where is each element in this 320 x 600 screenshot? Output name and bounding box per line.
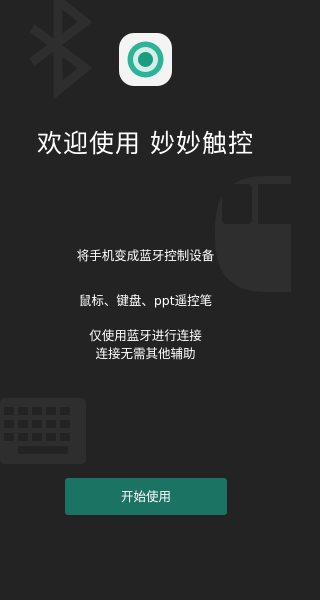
app-logo-icon xyxy=(119,33,172,86)
description-line-1: 将手机变成蓝牙控制设备 xyxy=(76,248,215,263)
description-line-2: 鼠标、键盘、ppt遥控笔 xyxy=(78,293,213,308)
welcome-title: 欢迎使用 妙妙触控 xyxy=(37,129,254,158)
start-button[interactable]: 开始使用 xyxy=(65,478,227,515)
bluetooth-icon xyxy=(29,0,93,100)
mouse-icon xyxy=(215,176,291,292)
welcome-screen: 欢迎使用 妙妙触控 将手机变成蓝牙控制设备 鼠标、键盘、ppt遥控笔 仅使用蓝牙… xyxy=(0,0,291,600)
description-line-4: 连接无需其他辅助 xyxy=(95,346,196,361)
keyboard-icon xyxy=(0,398,86,464)
description-line-3: 仅使用蓝牙进行连接 xyxy=(89,328,202,343)
